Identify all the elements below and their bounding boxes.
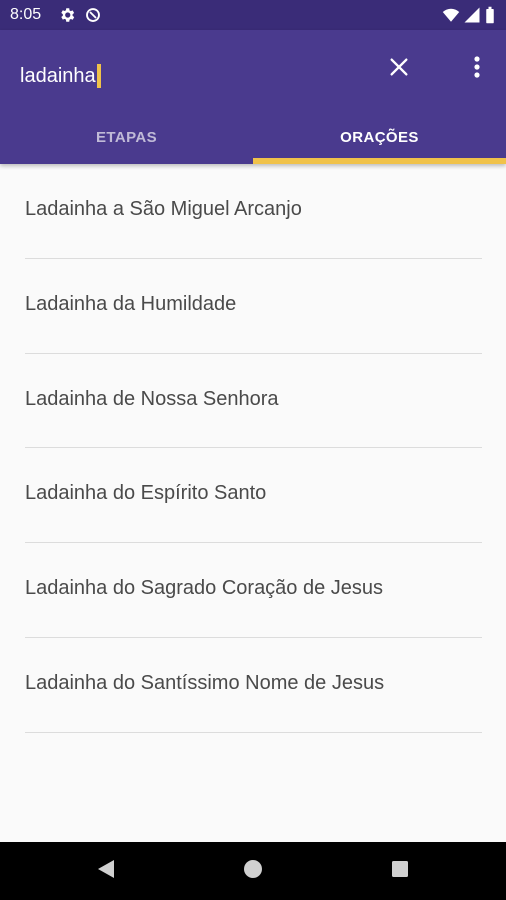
recents-icon <box>391 860 409 883</box>
battery-icon <box>484 6 496 24</box>
more-vert-icon <box>474 55 480 83</box>
clear-search-button[interactable] <box>380 50 418 88</box>
home-icon <box>243 859 263 884</box>
back-button[interactable] <box>91 856 121 886</box>
list-item[interactable]: Ladainha do Espírito Santo <box>0 448 506 544</box>
list-item-label: Ladainha do Espírito Santo <box>25 482 267 505</box>
navigation-bar <box>0 842 506 900</box>
list-item[interactable]: Ladainha da Humildade <box>0 259 506 354</box>
tab-etapas[interactable]: ETAPAS <box>0 110 253 164</box>
app-bar: ladainha ETAPAS ORAÇÕES <box>0 30 506 164</box>
list-item-label: Ladainha do Santíssimo Nome de Jesus <box>25 671 385 694</box>
tab-oracoes[interactable]: ORAÇÕES <box>253 110 506 164</box>
divider <box>25 731 482 733</box>
list-item[interactable]: Ladainha a São Miguel Arcanjo <box>0 164 506 259</box>
list-item-label: Ladainha do Sagrado Coração de Jesus <box>25 577 384 600</box>
signal-icon <box>463 6 481 24</box>
tab-bar: ETAPAS ORAÇÕES <box>0 110 506 164</box>
search-input[interactable]: ladainha <box>20 60 360 92</box>
close-icon <box>388 56 410 83</box>
list-item[interactable]: Ladainha de Nossa Senhora <box>0 354 506 449</box>
list-item-label: Ladainha a São Miguel Arcanjo <box>25 198 302 220</box>
status-time: 8:05 <box>10 6 42 23</box>
wifi-icon <box>442 6 460 24</box>
search-query: ladainha <box>20 65 96 87</box>
settings-icon <box>58 6 76 24</box>
list-item-label: Ladainha de Nossa Senhora <box>25 387 279 410</box>
home-button[interactable] <box>238 856 268 886</box>
results-list: Ladainha a São Miguel Arcanjo Ladainha d… <box>0 164 506 733</box>
status-bar: 8:05 <box>0 0 506 30</box>
data-saver-icon <box>84 6 102 24</box>
list-item-label: Ladainha da Humildade <box>25 292 237 315</box>
recents-button[interactable] <box>385 856 415 886</box>
list-item[interactable]: Ladainha do Sagrado Coração de Jesus <box>0 543 506 638</box>
list-item[interactable]: Ladainha do Santíssimo Nome de Jesus <box>0 638 506 733</box>
text-cursor <box>96 64 101 88</box>
back-icon <box>96 858 116 885</box>
overflow-menu-button[interactable] <box>458 50 496 88</box>
